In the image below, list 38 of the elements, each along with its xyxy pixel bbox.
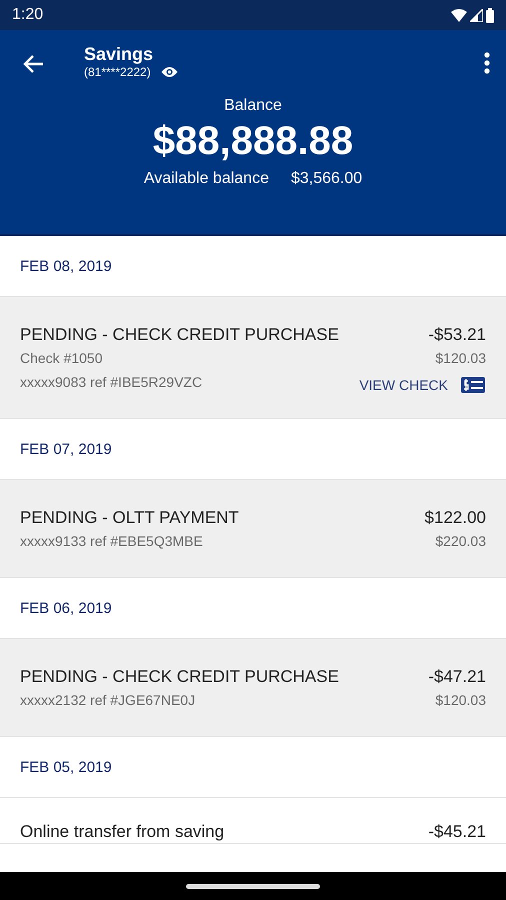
account-number: (81****2222) [84,65,151,79]
transaction-title: Online transfer from saving [20,821,224,843]
transaction-reference: xxxxx9083 ref #IBE5R29VZC [20,373,204,392]
wifi-icon [451,8,467,22]
running-balance: $120.03 [435,691,486,710]
transaction-amount: $122.00 [424,507,486,529]
battery-icon [486,8,494,22]
view-check-link[interactable]: VIEW CHECK [359,376,486,394]
date-header: FEB 08, 2019 [20,258,112,274]
running-balance: $220.03 [435,532,486,551]
home-indicator[interactable] [186,884,320,888]
transaction-title: PENDING - CHECK CREDIT PURCHASE [20,666,339,688]
transaction-reference: xxxxx9133 ref #EBE5Q3MBE [20,532,204,551]
more-options-icon[interactable] [484,52,490,74]
signal-icon [470,8,483,22]
date-header: FEB 06, 2019 [20,600,112,616]
balance-amount: $88,888.88 [152,119,354,164]
check-number: Check #1050 [20,349,104,368]
available-balance-amount: $3,566.00 [290,170,362,188]
date-header: FEB 07, 2019 [20,440,112,458]
date-header: FEB 05, 2019 [20,758,112,776]
transaction-title: PENDING - OLTT PAYMENT [20,507,239,529]
eye-icon[interactable] [160,66,178,78]
transaction-amount: -$45.21 [428,821,486,843]
transaction-reference: xxxxx2132 ref #JGE67NE0J [20,691,196,710]
transaction-row[interactable]: PENDING - CHECK CREDIT PURCHASE xxxxx2132 ref #JGE67NE0J -$47.21 $120.03 [0,639,506,737]
transaction-row[interactable]: PENDING - OLTT PAYMENT xxxxx9133 ref #EBE5Q3MBE $122.00 $220.03 [0,480,506,578]
transaction-amount: -$53.21 [428,324,486,346]
available-balance-label: Available balance [144,170,269,188]
back-arrow-icon[interactable] [22,54,44,74]
transaction-title: PENDING - CHECK CREDIT PURCHASE [20,324,339,346]
balance-label: Balance [224,97,282,115]
transaction-row[interactable]: PENDING - CHECK CREDIT PURCHASE Check #1050 xxxxx9083 ref #IBE5R29VZC -$53.21 $120.03 VIEW CHECK [0,297,506,419]
account-title: Savings [84,44,154,65]
transaction-amount: -$47.21 [428,666,486,688]
running-balance: $120.03 [435,349,486,368]
check-icon [460,376,486,394]
status-time: 1:20 [12,6,44,24]
